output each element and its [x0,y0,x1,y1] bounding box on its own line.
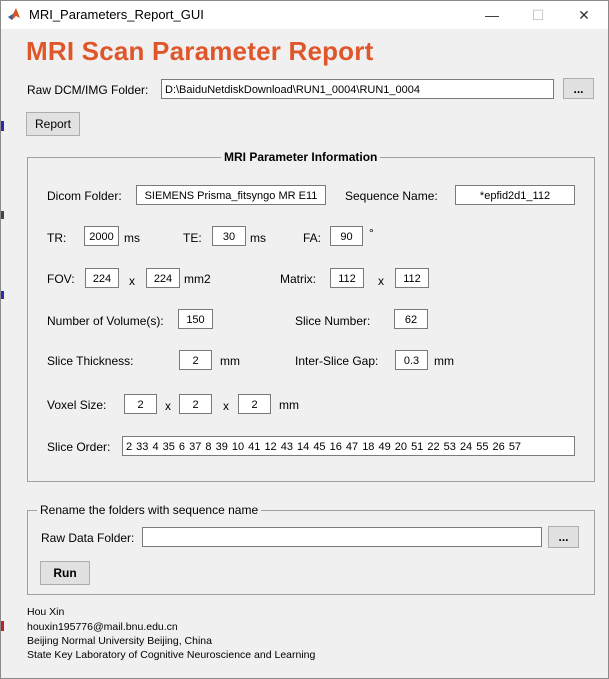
te-unit: ms [250,231,266,245]
matrix-times: x [378,274,384,288]
inter-slice-gap-field[interactable]: 0.3 [395,350,428,370]
footer-email: houxin195776@mail.bnu.edu.cn [27,621,178,633]
fa-unit: ° [369,226,374,240]
app-window: MRI_Parameters_Report_GUI — ☐ ✕ MRI Scan… [0,0,609,679]
tr-field[interactable]: 2000 [84,226,119,246]
minimize-button[interactable]: — [469,1,515,29]
slice-order-label: Slice Order: [47,440,111,454]
sequence-name-label: Sequence Name: [345,189,438,203]
close-button[interactable]: ✕ [561,1,607,29]
fov-label: FOV: [47,272,75,286]
title-bar[interactable]: MRI_Parameters_Report_GUI — ☐ ✕ [1,1,608,29]
voxel-times-1: x [165,399,171,413]
maximize-button[interactable]: ☐ [515,1,561,29]
fov-unit: mm2 [184,272,211,286]
fov-times: x [129,274,135,288]
footer-affiliation: Beijing Normal University Beijing, China [27,635,212,647]
background-fragment [1,211,4,219]
window-title: MRI_Parameters_Report_GUI [29,7,204,22]
slice-thickness-field[interactable]: 2 [179,350,212,370]
fov-y-field[interactable]: 224 [146,268,180,288]
matrix-label: Matrix: [280,272,316,286]
footer-author: Hou Xin [27,606,65,618]
inter-slice-gap-unit: mm [434,354,454,368]
dicom-folder-label: Dicom Folder: [47,189,122,203]
close-icon: ✕ [578,6,590,23]
fov-x-field[interactable]: 224 [85,268,119,288]
slice-number-field[interactable]: 62 [394,309,428,329]
voxel-times-2: x [223,399,229,413]
raw-data-folder-input[interactable] [142,527,542,547]
raw-data-browse-button[interactable]: ... [548,526,579,548]
footer-lab: State Key Laboratory of Cognitive Neuros… [27,649,316,661]
tr-unit: ms [124,231,140,245]
run-button[interactable]: Run [40,561,90,585]
matrix-x-field[interactable]: 112 [330,268,364,288]
background-fragment [1,291,4,299]
volumes-label: Number of Volume(s): [47,314,164,328]
matrix-y-field[interactable]: 112 [395,268,429,288]
voxel-size-label: Voxel Size: [47,398,107,412]
minimize-icon: — [485,7,499,23]
raw-folder-input[interactable]: D:\BaiduNetdiskDownload\RUN1_0004\RUN1_0… [161,79,554,99]
page-title: MRI Scan Parameter Report [26,36,374,66]
slice-thickness-label: Slice Thickness: [47,354,134,368]
te-label: TE: [183,231,202,245]
voxel-x-field[interactable]: 2 [124,394,157,414]
raw-folder-browse-button[interactable]: ... [563,78,594,99]
fa-field[interactable]: 90 [330,226,363,246]
rename-panel-title: Rename the folders with sequence name [37,503,262,517]
slice-order-field[interactable]: 2 33 4 35 6 37 8 39 10 41 12 43 14 45 16… [122,436,575,456]
slice-number-label: Slice Number: [295,314,371,328]
dicom-folder-field[interactable]: SIEMENS Prisma_fitsyngo MR E11 [136,185,326,205]
raw-data-folder-label: Raw Data Folder: [41,531,135,545]
sequence-name-field[interactable]: *epfid2d1_112 [455,185,575,205]
inter-slice-gap-label: Inter-Slice Gap: [295,354,379,368]
background-fragment [1,621,4,631]
voxel-z-field[interactable]: 2 [238,394,271,414]
te-field[interactable]: 30 [212,226,246,246]
tr-label: TR: [47,231,67,245]
report-button[interactable]: Report [26,112,80,136]
fa-label: FA: [303,231,322,245]
raw-folder-label: Raw DCM/IMG Folder: [27,83,149,97]
matlab-app-icon [8,8,20,20]
background-fragment [1,121,4,131]
volumes-field[interactable]: 150 [178,309,213,329]
slice-thickness-unit: mm [220,354,240,368]
parameter-info-title: MRI Parameter Information [221,150,381,164]
rename-panel [27,510,595,595]
voxel-y-field[interactable]: 2 [179,394,212,414]
maximize-icon: ☐ [531,6,545,23]
voxel-size-unit: mm [279,398,299,412]
